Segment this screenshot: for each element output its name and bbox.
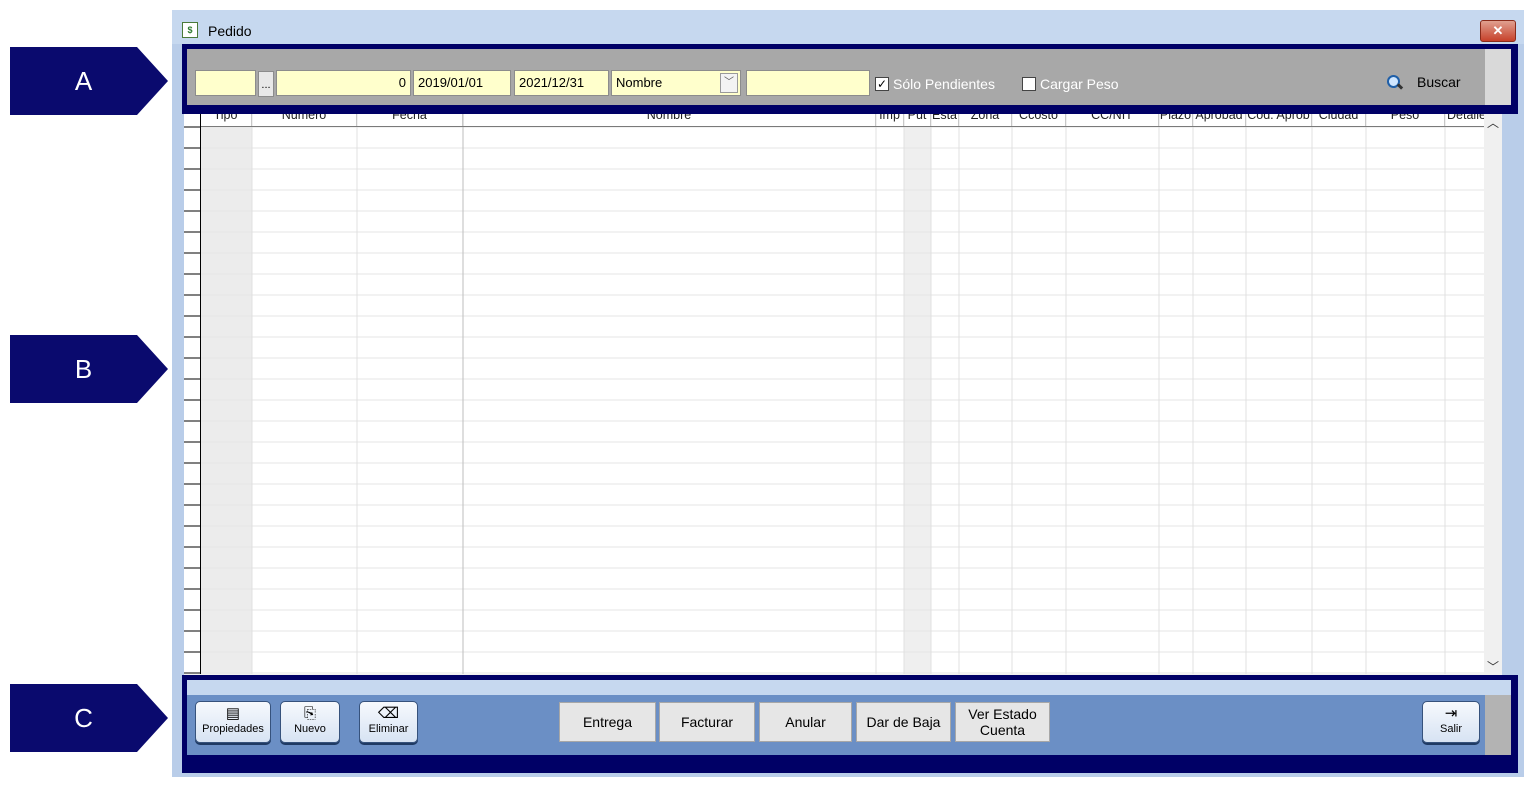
field-select-value: Nombre <box>616 75 663 90</box>
search-button-label: Buscar <box>1417 74 1461 90</box>
close-button[interactable]: ✕ <box>1480 20 1516 42</box>
column-header-esta[interactable]: Esta <box>931 114 959 126</box>
pedido-window: $ Pedido ✕ ... 0 2019/01/01 2021/12/31 N… <box>172 10 1524 777</box>
account-status-label-2: Cuenta <box>979 722 1026 738</box>
delivery-button[interactable]: Entrega <box>559 702 656 742</box>
search-text-input[interactable] <box>751 71 865 95</box>
column-header-ccosto[interactable]: Ccosto <box>1012 114 1066 126</box>
date-from-field[interactable]: 2019/01/01 <box>413 70 511 96</box>
callout-c-label: C <box>74 702 93 733</box>
eraser-icon: ⌫ <box>377 705 400 722</box>
actions-bar: ▤ Propiedades ⎘ Nuevo ⌫ Eliminar Entrega… <box>187 695 1485 755</box>
column-header-peso[interactable]: Peso <box>1366 114 1445 126</box>
column-header-cc-nit[interactable]: CC/NIT <box>1066 114 1159 126</box>
date-to-field[interactable]: 2021/12/31 <box>514 70 609 96</box>
column-header-put[interactable]: Put <box>904 114 931 126</box>
row-indicator-column <box>184 114 201 674</box>
delete-label: Eliminar <box>368 723 409 735</box>
actions-frame: ▤ Propiedades ⎘ Nuevo ⌫ Eliminar Entrega… <box>182 675 1518 773</box>
properties-button[interactable]: ▤ Propiedades <box>195 701 271 743</box>
filter-toolbar-frame: ... 0 2019/01/01 2021/12/31 Nombre ﹀ ✓ S… <box>182 44 1518 114</box>
only-pending-checkbox[interactable]: ✓ Sólo Pendientes <box>875 76 995 92</box>
new-document-icon: ⎘ <box>303 705 316 722</box>
checked-box-icon[interactable]: ✓ <box>875 77 889 91</box>
column-header-c-d-aprob[interactable]: Cód. Aprob <box>1246 114 1312 126</box>
search-text-field[interactable] <box>746 70 870 96</box>
window-title: Pedido <box>208 23 252 39</box>
write-off-button[interactable]: Dar de Baja <box>856 702 951 742</box>
callout-a-label: A <box>74 65 93 96</box>
toolbar-side-strip <box>1485 49 1511 105</box>
unchecked-box-icon[interactable] <box>1022 77 1036 91</box>
code-field[interactable] <box>195 70 256 96</box>
exit-label: Salir <box>1439 723 1462 735</box>
new-button[interactable]: ⎘ Nuevo <box>280 701 340 743</box>
callout-c: C <box>10 684 168 752</box>
new-label: Nuevo <box>294 723 326 735</box>
orders-grid[interactable]: Tipo Número Fecha Nombre Imp Put Esta Zona Ccost… <box>184 114 1502 674</box>
exit-door-icon: ⇥ <box>1444 705 1458 722</box>
callout-a: A <box>10 47 168 115</box>
chevron-down-icon[interactable]: ﹀ <box>720 73 738 93</box>
column-header-zona[interactable]: Zona <box>959 114 1012 126</box>
exit-button[interactable]: ⇥ Salir <box>1422 701 1480 743</box>
lookup-button[interactable]: ... <box>258 71 274 97</box>
row-indicator-lines <box>184 126 200 674</box>
column-header-plazo[interactable]: Plazo <box>1159 114 1193 126</box>
footer-side-strip <box>1485 695 1511 755</box>
only-pending-label: Sólo Pendientes <box>893 76 995 92</box>
footer-top-strip <box>187 680 1511 695</box>
column-header-fecha[interactable]: Fecha <box>357 114 463 126</box>
column-header-tipo[interactable]: Tipo <box>200 114 252 126</box>
callout-b-label: B <box>74 353 93 384</box>
properties-label: Propiedades <box>202 723 264 735</box>
search-button[interactable]: Buscar <box>1385 67 1461 97</box>
load-weight-checkbox[interactable]: Cargar Peso <box>1022 76 1119 92</box>
column-header-detalle[interactable]: Detalle <box>1445 114 1489 126</box>
field-select[interactable]: Nombre ﹀ <box>611 70 741 96</box>
column-header-ciudad[interactable]: Ciudad <box>1312 114 1366 126</box>
column-header-nombre[interactable]: Nombre <box>463 114 876 126</box>
load-weight-label: Cargar Peso <box>1040 76 1119 92</box>
scroll-up-icon[interactable]: ︿ <box>1484 114 1502 130</box>
column-header-n-mero[interactable]: Número <box>252 114 357 126</box>
callout-b: B <box>10 335 168 403</box>
column-header-imp[interactable]: Imp <box>876 114 904 126</box>
scroll-down-icon[interactable]: ﹀ <box>1484 658 1502 674</box>
delete-button[interactable]: ⌫ Eliminar <box>359 701 418 743</box>
invoice-button[interactable]: Facturar <box>659 702 755 742</box>
cancel-order-button[interactable]: Anular <box>759 702 852 742</box>
grid-lines <box>200 114 1490 674</box>
app-icon: $ <box>182 22 198 38</box>
vertical-scrollbar[interactable]: ︿ ﹀ <box>1484 114 1502 674</box>
filter-toolbar: ... 0 2019/01/01 2021/12/31 Nombre ﹀ ✓ S… <box>187 49 1485 105</box>
grid-header: Tipo Número Fecha Nombre Imp Put Esta Zona Ccost… <box>184 114 1489 127</box>
number-field[interactable]: 0 <box>276 70 411 96</box>
code-input[interactable] <box>200 71 251 95</box>
properties-icon: ▤ <box>225 705 241 722</box>
column-header-aprobad[interactable]: Aprobad <box>1193 114 1246 126</box>
account-status-button[interactable]: Ver Estado Cuenta <box>955 702 1050 742</box>
title-bar: $ Pedido ✕ <box>172 10 1524 44</box>
account-status-label-1: Ver Estado <box>968 706 1037 722</box>
search-icon <box>1385 73 1404 91</box>
